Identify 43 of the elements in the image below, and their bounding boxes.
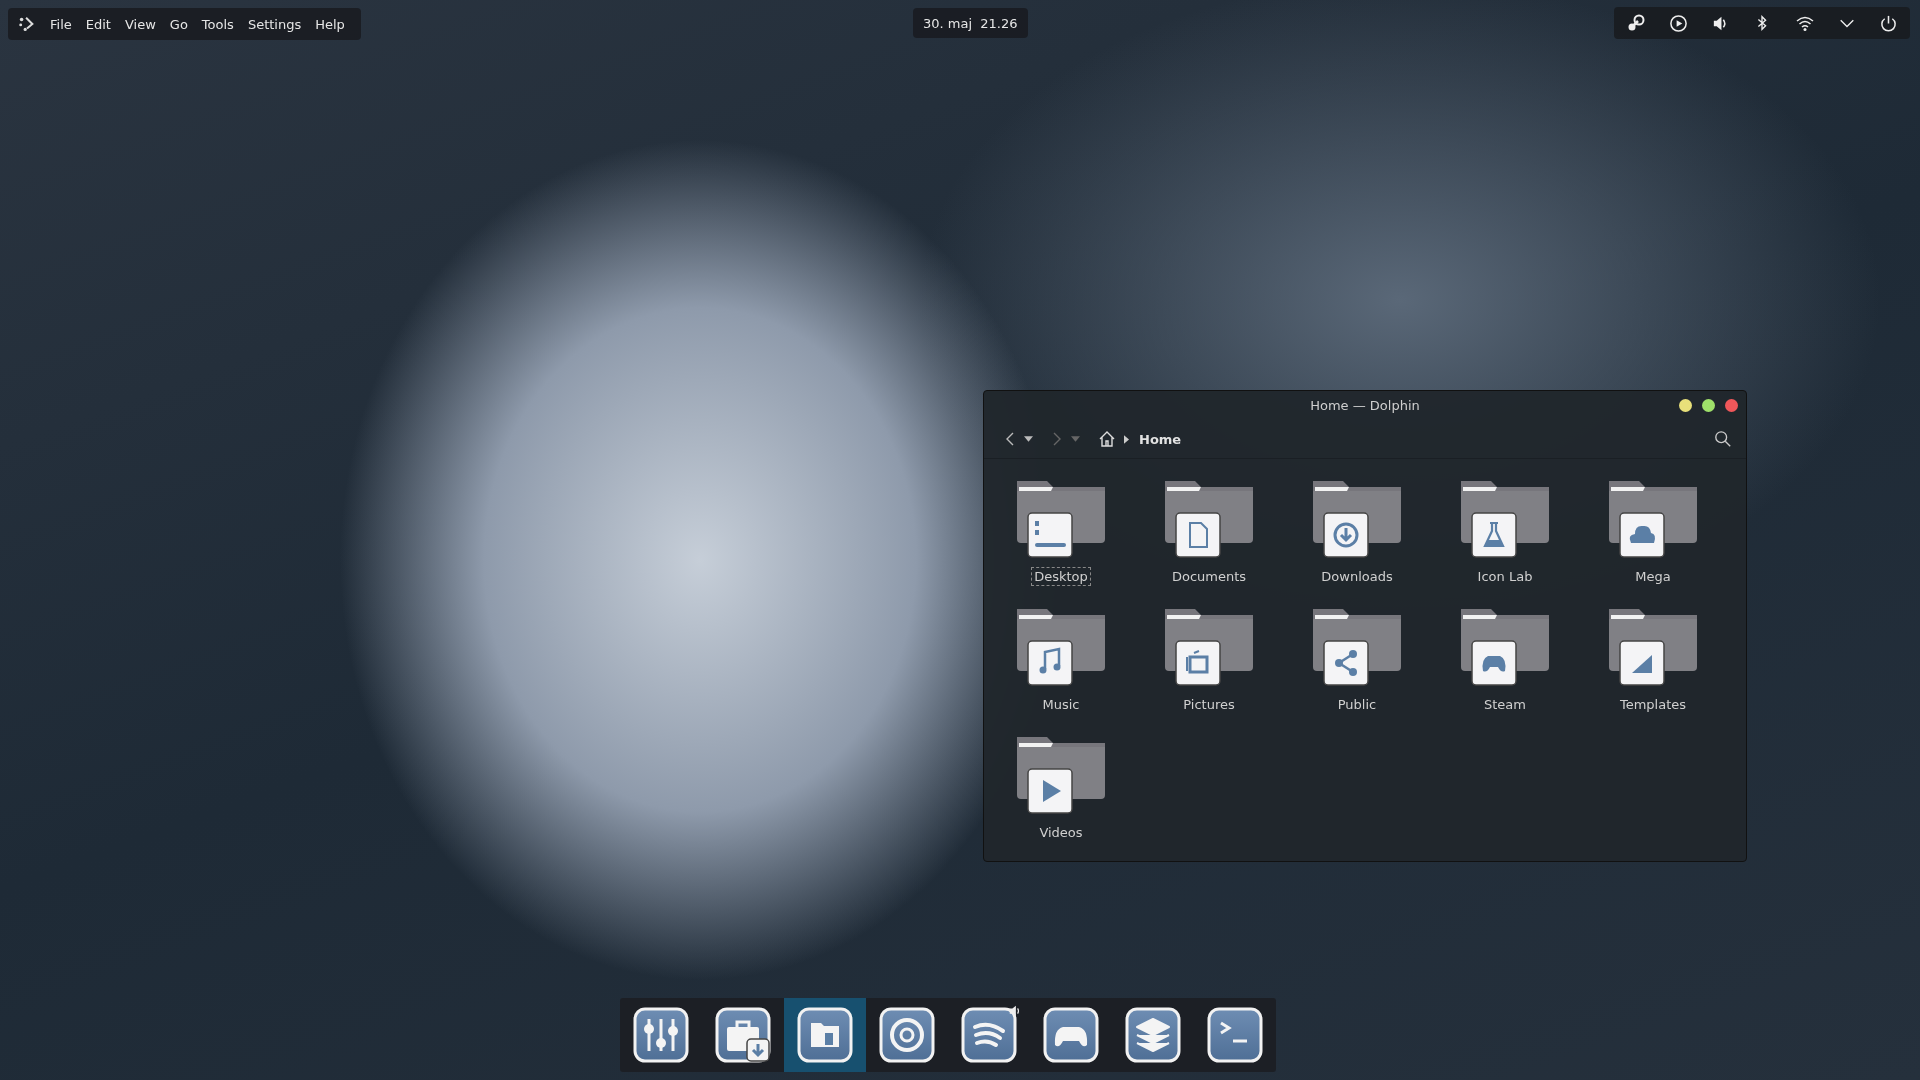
dropdown-arrow-icon[interactable] bbox=[1024, 436, 1033, 443]
menu-item[interactable]: Help bbox=[309, 12, 351, 36]
toolbox-download-icon bbox=[715, 1007, 771, 1063]
menu-item[interactable]: View bbox=[118, 12, 162, 36]
folder-item[interactable]: Downloads bbox=[1283, 477, 1431, 605]
folder-item[interactable]: Templates bbox=[1579, 605, 1727, 733]
wave-icon bbox=[961, 1007, 1017, 1063]
gamepad-icon bbox=[1043, 1007, 1099, 1063]
home-icon[interactable] bbox=[1098, 430, 1116, 449]
breadcrumb-arrow-icon bbox=[1124, 434, 1129, 444]
speaker-icon bbox=[1008, 1004, 1022, 1018]
browser-ring-icon bbox=[879, 1007, 935, 1063]
folder-item[interactable]: Documents bbox=[1135, 477, 1283, 605]
folder-item[interactable]: Desktop bbox=[987, 477, 1135, 605]
clock[interactable]: 30. maj 21.26 bbox=[913, 8, 1028, 38]
sliders-icon bbox=[633, 1007, 689, 1063]
folder-item[interactable]: Steam bbox=[1431, 605, 1579, 733]
launcher-icon[interactable] bbox=[18, 15, 36, 33]
power-icon[interactable] bbox=[1879, 13, 1899, 33]
menu-item[interactable]: Tools bbox=[195, 12, 240, 36]
folder-icon bbox=[797, 1007, 853, 1063]
folder-item[interactable]: Mega bbox=[1579, 477, 1727, 605]
folder-item[interactable]: Public bbox=[1283, 605, 1431, 733]
menu-item[interactable]: Edit bbox=[79, 12, 117, 36]
folder-item[interactable]: Pictures bbox=[1135, 605, 1283, 733]
folder-item[interactable]: Videos bbox=[987, 733, 1135, 861]
maximize-button[interactable] bbox=[1702, 399, 1715, 412]
folder-item[interactable]: Icon Lab bbox=[1431, 477, 1579, 605]
menu-item[interactable]: Go bbox=[163, 12, 194, 36]
window-title: Home — Dolphin bbox=[1310, 398, 1420, 414]
menu-item[interactable]: Settings bbox=[241, 12, 308, 36]
search-icon[interactable] bbox=[1714, 430, 1732, 449]
minimize-button[interactable] bbox=[1679, 399, 1692, 412]
close-button[interactable] bbox=[1725, 399, 1738, 412]
folder-item[interactable]: Music bbox=[987, 605, 1135, 733]
forward-icon[interactable] bbox=[1051, 431, 1063, 448]
play-icon[interactable] bbox=[1668, 13, 1688, 33]
menu-item[interactable]: File bbox=[44, 12, 78, 36]
dock-item[interactable] bbox=[784, 998, 866, 1072]
breadcrumb-item[interactable]: Home bbox=[1137, 429, 1184, 449]
back-icon[interactable] bbox=[1004, 431, 1016, 448]
layers-icon bbox=[1125, 1007, 1181, 1063]
terminal-icon bbox=[1207, 1007, 1263, 1063]
